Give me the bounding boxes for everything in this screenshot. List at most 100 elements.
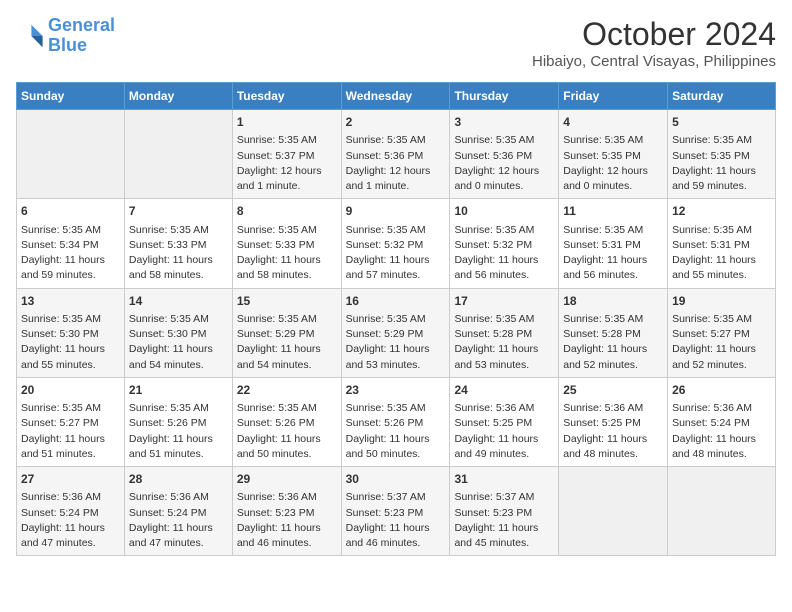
cell-info: Sunrise: 5:35 AM xyxy=(237,133,337,148)
day-number: 5 xyxy=(672,114,771,131)
cell-info: Sunset: 5:26 PM xyxy=(237,416,337,431)
day-number: 30 xyxy=(346,471,446,488)
logo-line2: Blue xyxy=(48,35,87,55)
cell-info: Daylight: 11 hours xyxy=(454,253,554,268)
day-number: 20 xyxy=(21,382,120,399)
cell-info: and 59 minutes. xyxy=(21,268,120,283)
weekday-header: Monday xyxy=(124,83,232,110)
cell-info: Sunset: 5:30 PM xyxy=(129,327,228,342)
day-number: 14 xyxy=(129,293,228,310)
calendar-cell: 2Sunrise: 5:35 AMSunset: 5:36 PMDaylight… xyxy=(341,110,450,199)
cell-info: Sunrise: 5:36 AM xyxy=(672,401,771,416)
day-number: 10 xyxy=(454,203,554,220)
cell-info: Sunrise: 5:36 AM xyxy=(129,490,228,505)
calendar-cell: 24Sunrise: 5:36 AMSunset: 5:25 PMDayligh… xyxy=(450,377,559,466)
cell-info: and 51 minutes. xyxy=(21,447,120,462)
calendar-cell: 17Sunrise: 5:35 AMSunset: 5:28 PMDayligh… xyxy=(450,288,559,377)
cell-info: and 57 minutes. xyxy=(346,268,446,283)
cell-info: and 46 minutes. xyxy=(237,536,337,551)
header-row: SundayMondayTuesdayWednesdayThursdayFrid… xyxy=(17,83,776,110)
calendar-week-row: 1Sunrise: 5:35 AMSunset: 5:37 PMDaylight… xyxy=(17,110,776,199)
calendar-cell: 14Sunrise: 5:35 AMSunset: 5:30 PMDayligh… xyxy=(124,288,232,377)
cell-info: Daylight: 11 hours xyxy=(672,342,771,357)
day-number: 16 xyxy=(346,293,446,310)
cell-info: Sunset: 5:23 PM xyxy=(454,506,554,521)
cell-info: Daylight: 11 hours xyxy=(346,432,446,447)
cell-info: and 56 minutes. xyxy=(563,268,663,283)
cell-info: and 50 minutes. xyxy=(346,447,446,462)
cell-info: Sunrise: 5:35 AM xyxy=(237,401,337,416)
calendar-cell: 6Sunrise: 5:35 AMSunset: 5:34 PMDaylight… xyxy=(17,199,125,288)
calendar-cell: 19Sunrise: 5:35 AMSunset: 5:27 PMDayligh… xyxy=(668,288,776,377)
day-number: 22 xyxy=(237,382,337,399)
cell-info: Sunset: 5:30 PM xyxy=(21,327,120,342)
cell-info: and 54 minutes. xyxy=(129,358,228,373)
cell-info: Sunrise: 5:35 AM xyxy=(237,223,337,238)
calendar-cell: 23Sunrise: 5:35 AMSunset: 5:26 PMDayligh… xyxy=(341,377,450,466)
calendar-cell: 1Sunrise: 5:35 AMSunset: 5:37 PMDaylight… xyxy=(232,110,341,199)
calendar-header: SundayMondayTuesdayWednesdayThursdayFrid… xyxy=(17,83,776,110)
cell-info: Daylight: 11 hours xyxy=(346,521,446,536)
day-number: 31 xyxy=(454,471,554,488)
page-header: General Blue October 2024 Hibaiyo, Centr… xyxy=(16,16,776,70)
cell-info: Daylight: 11 hours xyxy=(672,253,771,268)
cell-info: and 55 minutes. xyxy=(21,358,120,373)
cell-info: Daylight: 12 hours xyxy=(454,164,554,179)
cell-info: Daylight: 11 hours xyxy=(454,521,554,536)
cell-info: Sunset: 5:31 PM xyxy=(672,238,771,253)
day-number: 28 xyxy=(129,471,228,488)
cell-info: Sunset: 5:28 PM xyxy=(454,327,554,342)
cell-info: and 46 minutes. xyxy=(346,536,446,551)
cell-info: Sunset: 5:35 PM xyxy=(672,149,771,164)
cell-info: Sunrise: 5:35 AM xyxy=(672,133,771,148)
cell-info: Sunrise: 5:35 AM xyxy=(454,223,554,238)
cell-info: Sunrise: 5:35 AM xyxy=(346,223,446,238)
cell-info: Daylight: 11 hours xyxy=(237,432,337,447)
cell-info: Sunset: 5:35 PM xyxy=(563,149,663,164)
weekday-header: Friday xyxy=(559,83,668,110)
cell-info: Daylight: 11 hours xyxy=(237,342,337,357)
cell-info: Sunrise: 5:35 AM xyxy=(21,223,120,238)
cell-info: Sunset: 5:24 PM xyxy=(129,506,228,521)
weekday-header: Tuesday xyxy=(232,83,341,110)
day-number: 2 xyxy=(346,114,446,131)
cell-info: Daylight: 11 hours xyxy=(672,432,771,447)
calendar-cell: 4Sunrise: 5:35 AMSunset: 5:35 PMDaylight… xyxy=(559,110,668,199)
day-number: 13 xyxy=(21,293,120,310)
cell-info: Sunset: 5:37 PM xyxy=(237,149,337,164)
day-number: 3 xyxy=(454,114,554,131)
cell-info: and 0 minutes. xyxy=(563,179,663,194)
cell-info: Daylight: 11 hours xyxy=(129,342,228,357)
month-title: October 2024 xyxy=(532,16,776,53)
day-number: 9 xyxy=(346,203,446,220)
cell-info: Daylight: 12 hours xyxy=(563,164,663,179)
cell-info: Sunset: 5:25 PM xyxy=(454,416,554,431)
calendar-cell: 13Sunrise: 5:35 AMSunset: 5:30 PMDayligh… xyxy=(17,288,125,377)
cell-info: and 51 minutes. xyxy=(129,447,228,462)
cell-info: Sunset: 5:23 PM xyxy=(346,506,446,521)
cell-info: Sunset: 5:36 PM xyxy=(454,149,554,164)
cell-info: Sunrise: 5:35 AM xyxy=(346,312,446,327)
calendar-cell xyxy=(124,110,232,199)
cell-info: Sunrise: 5:35 AM xyxy=(454,312,554,327)
cell-info: Sunset: 5:25 PM xyxy=(563,416,663,431)
cell-info: Daylight: 12 hours xyxy=(237,164,337,179)
calendar-table: SundayMondayTuesdayWednesdayThursdayFrid… xyxy=(16,82,776,556)
cell-info: Sunset: 5:29 PM xyxy=(346,327,446,342)
cell-info: and 55 minutes. xyxy=(672,268,771,283)
cell-info: and 53 minutes. xyxy=(346,358,446,373)
cell-info: Daylight: 11 hours xyxy=(21,432,120,447)
cell-info: and 56 minutes. xyxy=(454,268,554,283)
calendar-cell: 3Sunrise: 5:35 AMSunset: 5:36 PMDaylight… xyxy=(450,110,559,199)
cell-info: Sunrise: 5:35 AM xyxy=(672,312,771,327)
cell-info: Daylight: 11 hours xyxy=(21,342,120,357)
day-number: 18 xyxy=(563,293,663,310)
day-number: 6 xyxy=(21,203,120,220)
cell-info: Sunrise: 5:35 AM xyxy=(21,401,120,416)
calendar-cell xyxy=(17,110,125,199)
weekday-header: Wednesday xyxy=(341,83,450,110)
weekday-header: Thursday xyxy=(450,83,559,110)
calendar-cell: 7Sunrise: 5:35 AMSunset: 5:33 PMDaylight… xyxy=(124,199,232,288)
cell-info: Sunrise: 5:35 AM xyxy=(129,401,228,416)
cell-info: Sunrise: 5:35 AM xyxy=(346,401,446,416)
